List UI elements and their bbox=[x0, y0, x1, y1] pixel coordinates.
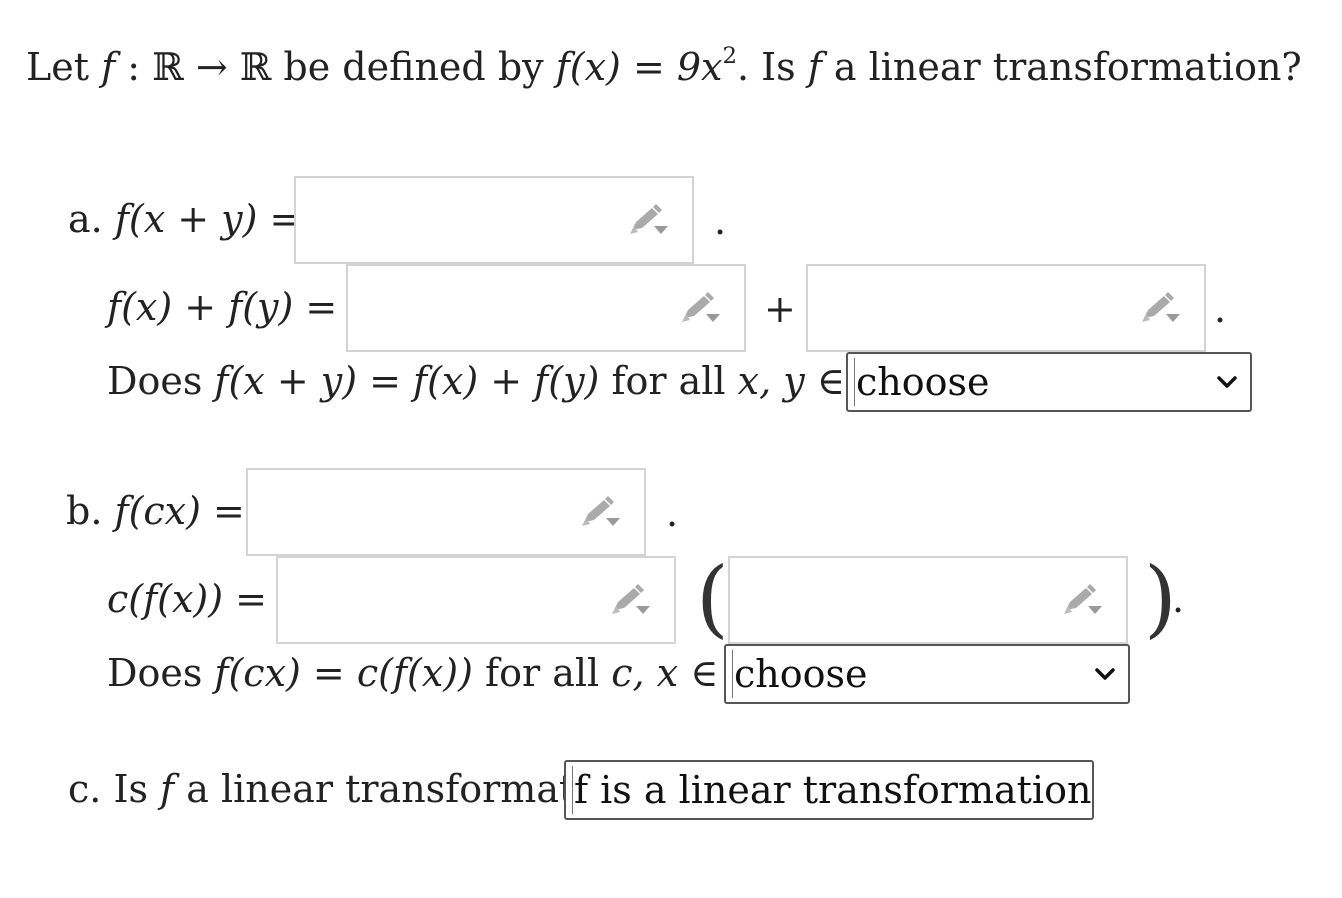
part-b-label: b. bbox=[66, 489, 103, 533]
part-b-q-mid: for all bbox=[472, 651, 612, 695]
pencil-dropdown-icon[interactable] bbox=[1138, 292, 1182, 326]
part-b-row1: b. f(cx) = bbox=[66, 492, 245, 530]
question-fx: f(x) bbox=[555, 45, 621, 89]
question-defined: be defined by bbox=[271, 45, 556, 89]
pencil-dropdown-icon[interactable] bbox=[1060, 584, 1104, 618]
part-c-select-value: f is a linear transformation bbox=[574, 768, 1092, 812]
question-text: Let f : ℝ → ℝ be defined by f(x) = 9x2. … bbox=[26, 45, 1302, 89]
part-b-left-paren: ( bbox=[696, 549, 729, 647]
part-a-q-mid: for all bbox=[599, 359, 738, 403]
question-f: f bbox=[101, 45, 116, 89]
pencil-dropdown-icon[interactable] bbox=[578, 496, 622, 530]
part-b-homogeneity-select[interactable]: choose bbox=[724, 644, 1130, 704]
part-a-row1: a. f(x + y) = bbox=[68, 200, 301, 238]
part-b-period1: . bbox=[666, 491, 679, 535]
part-c-q-prefix: Is bbox=[101, 767, 161, 811]
part-a-q-vars: x, y bbox=[737, 359, 805, 403]
part-a-row2: f(x) + f(y) = bbox=[107, 288, 337, 326]
pencil-dropdown-icon[interactable] bbox=[626, 204, 670, 238]
part-a-plus: + bbox=[764, 287, 796, 331]
part-a-label: a. bbox=[68, 197, 103, 241]
part-b-q-in: ∈ bbox=[678, 651, 731, 695]
question-intro: Let bbox=[26, 45, 89, 89]
part-a-fy-input[interactable] bbox=[806, 264, 1206, 352]
pencil-dropdown-icon[interactable] bbox=[608, 584, 652, 618]
question-codomain: ℝ bbox=[239, 45, 272, 89]
part-a-q-math: f(x + y) = f(x) + f(y) bbox=[214, 359, 600, 403]
chevron-down-icon bbox=[1095, 668, 1115, 680]
part-b-row2: c(f(x)) = bbox=[107, 580, 267, 618]
part-a-q-prefix: Does bbox=[107, 359, 215, 403]
question-tail2: a linear transformation? bbox=[821, 45, 1302, 89]
part-a-fxy-input[interactable] bbox=[294, 176, 694, 264]
question-rhs: 9x bbox=[676, 45, 723, 89]
question-power: 2 bbox=[722, 42, 737, 69]
chevron-down-icon bbox=[1217, 376, 1237, 388]
part-a-lhs1: f(x + y) bbox=[114, 197, 258, 241]
part-a-eq2: = bbox=[293, 285, 338, 329]
part-b-eq1: = bbox=[200, 489, 245, 533]
part-a-select-value: choose bbox=[856, 360, 990, 404]
select-caret-bar bbox=[854, 358, 855, 406]
question-domain: ℝ bbox=[152, 45, 184, 89]
part-b-q-prefix: Does bbox=[107, 651, 215, 695]
part-b-lhs2: c(f(x)) bbox=[107, 577, 224, 621]
select-caret-bar bbox=[732, 650, 733, 698]
question-colon: : bbox=[115, 45, 153, 89]
question-eq: = bbox=[620, 45, 677, 89]
question-tail: . Is bbox=[736, 45, 808, 89]
question-f2: f bbox=[807, 45, 822, 89]
part-b-fcx-input[interactable] bbox=[246, 468, 646, 556]
part-b-question: Does f(cx) = c(f(x)) for all c, x ∈ ℝ? bbox=[107, 654, 782, 692]
question-arrow: → bbox=[183, 45, 240, 89]
part-b-fx-input[interactable] bbox=[728, 556, 1128, 644]
part-b-q-math: f(cx) = c(f(x)) bbox=[214, 651, 473, 695]
select-caret-bar bbox=[572, 766, 573, 814]
part-b-q-vars: c, x bbox=[611, 651, 679, 695]
pencil-dropdown-icon[interactable] bbox=[678, 292, 722, 326]
part-b-eq2: = bbox=[223, 577, 267, 621]
part-c-f: f bbox=[160, 767, 175, 811]
part-b-period2: . bbox=[1172, 577, 1185, 621]
part-b-lhs1: f(cx) bbox=[114, 489, 201, 533]
part-a-period2: . bbox=[1214, 287, 1227, 331]
part-b-select-value: choose bbox=[734, 652, 868, 696]
part-c-label: c. bbox=[68, 767, 102, 811]
part-a-fx-input[interactable] bbox=[346, 264, 746, 352]
part-a-period1: . bbox=[714, 199, 727, 243]
part-a-additivity-select[interactable]: choose bbox=[846, 352, 1252, 412]
part-c-linear-select[interactable]: f is a linear transformation bbox=[564, 760, 1094, 820]
part-b-c-input[interactable] bbox=[276, 556, 676, 644]
part-a-lhs2: f(x) + f(y) bbox=[107, 285, 294, 329]
part-a-question: Does f(x + y) = f(x) + f(y) for all x, y… bbox=[107, 362, 909, 400]
